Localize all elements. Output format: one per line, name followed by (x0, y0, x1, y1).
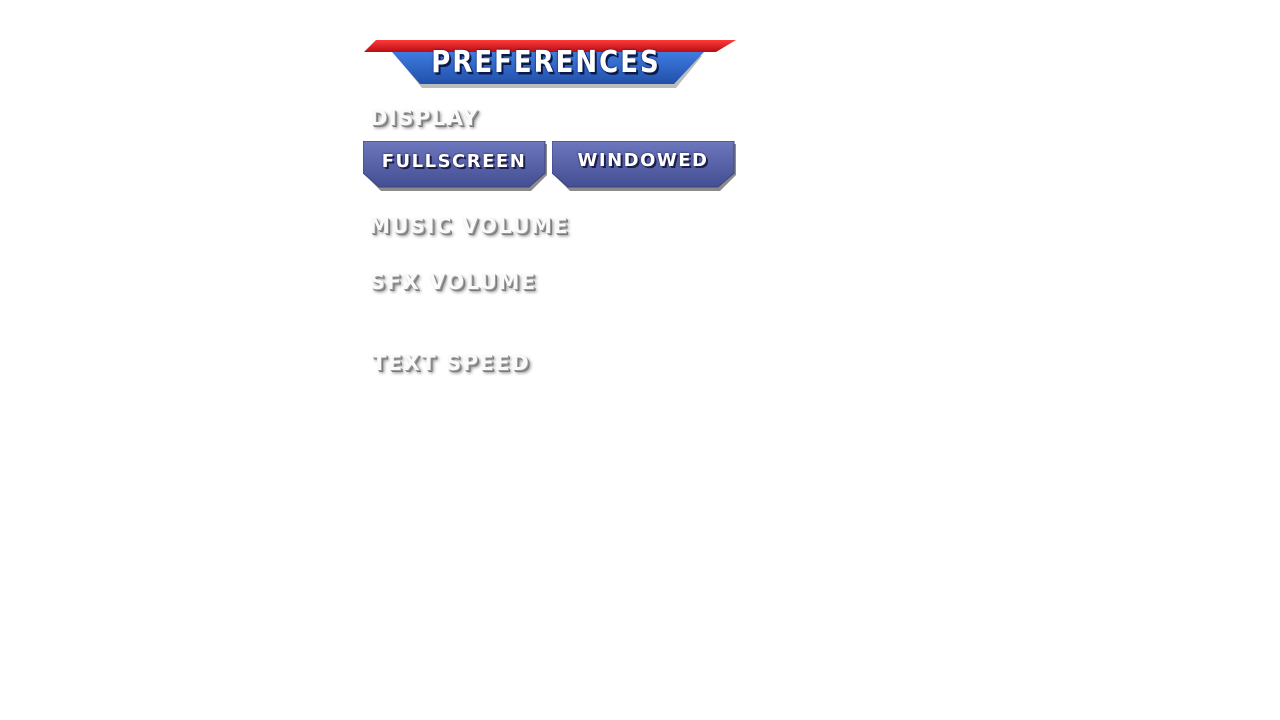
fullscreen-button[interactable]: FULLSCREEN (363, 141, 549, 191)
sfx-volume-label: SFX VOLUME (370, 270, 537, 294)
preferences-title-banner: PREFERENCES (364, 40, 738, 90)
display-label: DISPLAY (370, 106, 480, 130)
windowed-button-label: WINDOWED (577, 150, 709, 171)
music-volume-label: MUSIC VOLUME (369, 214, 570, 238)
fullscreen-button-label: FULLSCREEN (381, 151, 527, 172)
page-title: PREFERENCES (431, 45, 661, 81)
windowed-button[interactable]: WINDOWED (552, 141, 738, 191)
text-speed-label: TEXT SPEED (372, 351, 531, 375)
